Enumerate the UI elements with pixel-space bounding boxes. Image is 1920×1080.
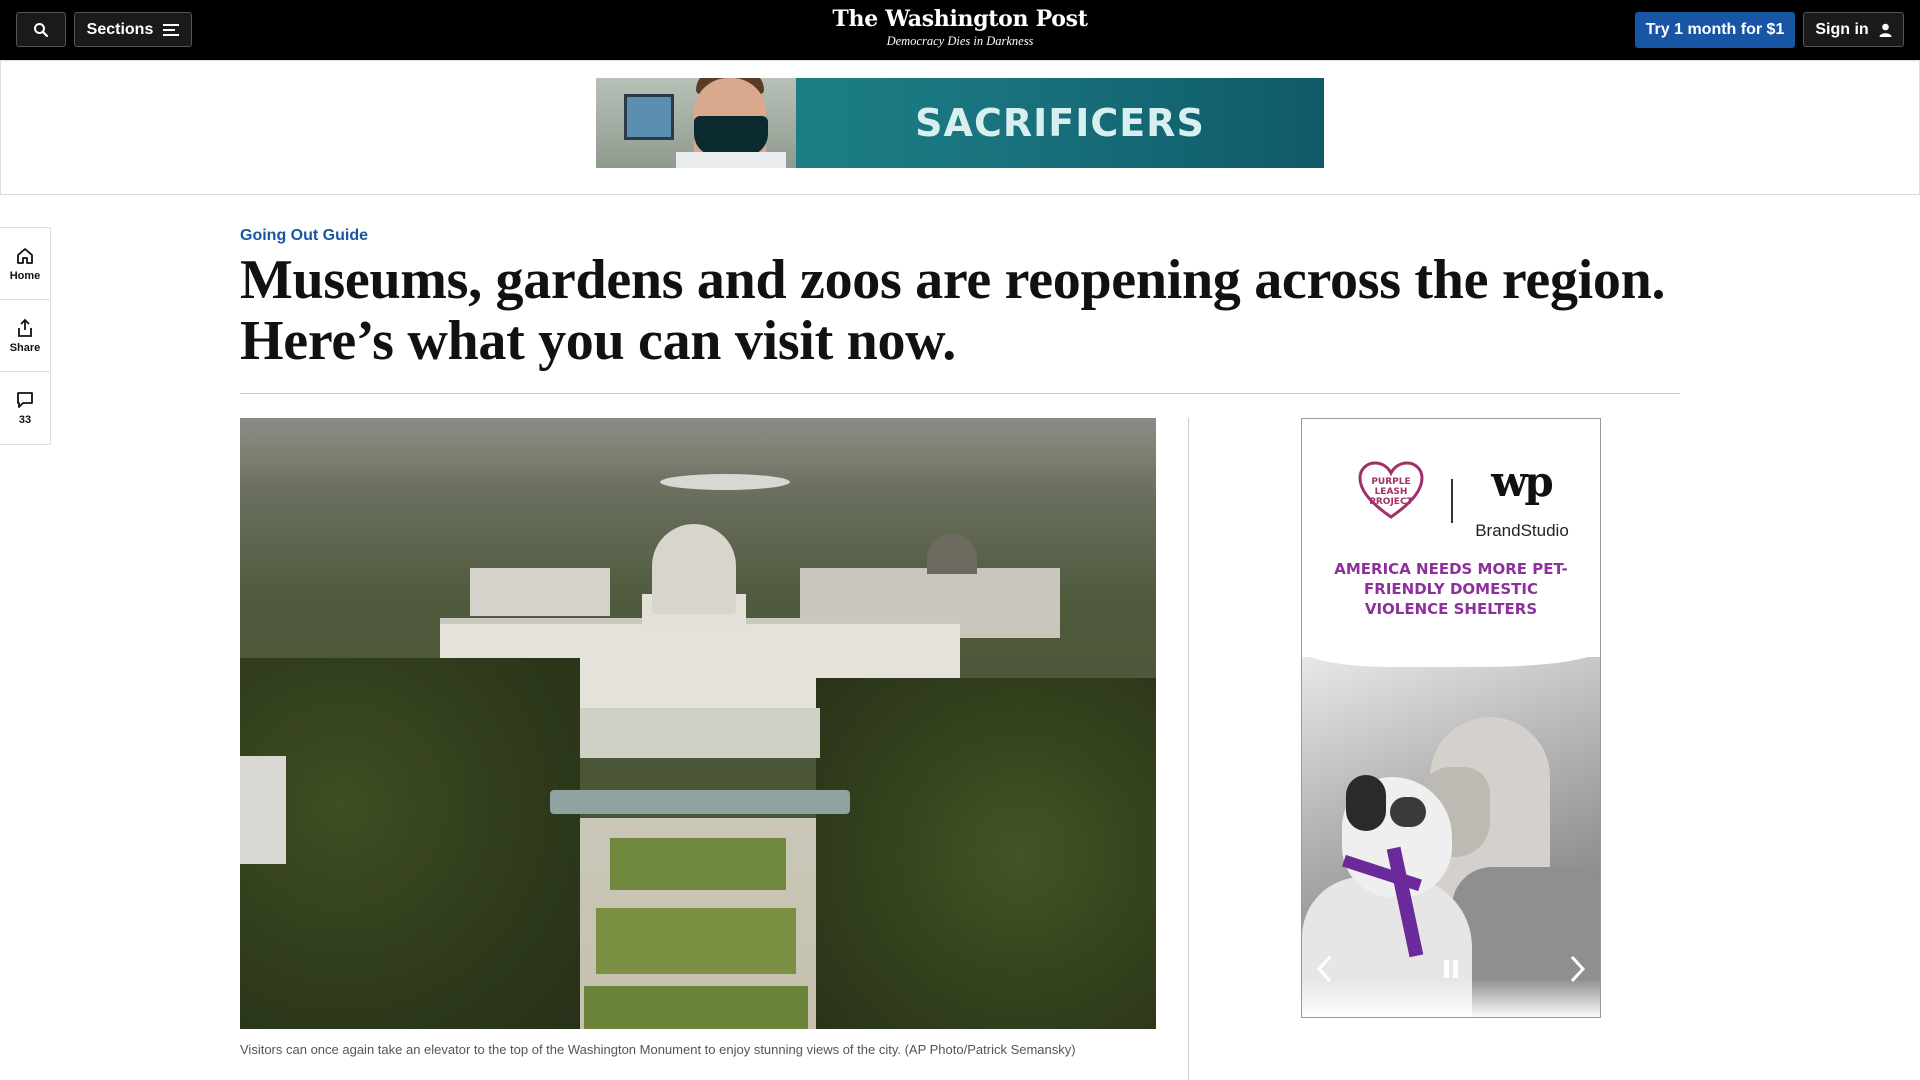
share-icon <box>18 318 32 337</box>
sections-button[interactable]: Sections <box>74 12 192 47</box>
home-icon <box>17 247 33 264</box>
photo-library-dome <box>927 534 977 574</box>
sidebar-ad-header: PURPLE LEASH PROJECT wp BrandStudio AMER… <box>1302 419 1600 659</box>
column-divider <box>1188 418 1189 1080</box>
chevron-left-icon <box>1316 955 1332 983</box>
rail-share-label: Share <box>9 341 41 354</box>
site-logo[interactable]: The Washington Post <box>760 4 1160 34</box>
site-tagline: Democracy Dies in Darkness <box>886 34 1034 48</box>
photo-trees-right <box>816 678 1156 1029</box>
article-kicker[interactable]: Going Out Guide <box>240 227 368 245</box>
rail-home-label: Home <box>9 269 41 282</box>
top-nav: Sections The Washington Post Democracy D… <box>0 0 1920 60</box>
dog-ear <box>1346 775 1386 831</box>
mask-shape <box>694 116 768 156</box>
article-headline: Museums, gardens and zoos are reopening … <box>240 249 1666 372</box>
sidebar-ad[interactable]: PURPLE LEASH PROJECT wp BrandStudio AMER… <box>1301 418 1601 1018</box>
menu-icon <box>163 23 180 36</box>
chevron-right-icon <box>1570 955 1586 983</box>
headline-divider <box>240 393 1680 394</box>
pause-icon <box>1444 960 1458 978</box>
rail-comments[interactable]: 33 <box>0 372 50 444</box>
rail-share[interactable]: Share <box>0 300 50 372</box>
photo-lawn <box>596 908 796 974</box>
photo-horizon <box>240 418 1156 466</box>
search-icon <box>34 22 49 37</box>
sign-in-button[interactable]: Sign in <box>1803 12 1904 47</box>
ad-photo <box>596 78 796 168</box>
search-button[interactable] <box>16 12 66 47</box>
photo-capitol-dome <box>652 524 736 614</box>
photo-reflecting-pool <box>550 790 850 814</box>
comment-count: 33 <box>18 414 32 426</box>
top-ad-banner[interactable]: SACRIFICERS <box>596 78 1324 168</box>
left-rail: Home Share 33 <box>0 227 51 445</box>
user-icon <box>1879 23 1892 37</box>
monitor-shape <box>624 94 674 140</box>
photo-stadium <box>660 474 790 490</box>
carousel-next-button[interactable] <box>1562 951 1594 987</box>
masthead[interactable]: The Washington Post Democracy Dies in Da… <box>760 4 1160 48</box>
wp-logo: wp <box>1491 457 1554 506</box>
sections-label: Sections <box>86 20 154 38</box>
carousel-pause-button[interactable] <box>1435 951 1467 987</box>
shirt-shape <box>676 152 786 168</box>
photo-lawn <box>610 838 786 890</box>
photo-terrace <box>580 708 820 758</box>
photo-building-left <box>240 756 286 864</box>
sign-in-label: Sign in <box>1815 20 1869 38</box>
rail-home[interactable]: Home <box>0 228 50 300</box>
comment-icon <box>17 392 33 408</box>
brandstudio-label: BrandStudio <box>1475 521 1569 540</box>
partner-logo: PURPLE LEASH PROJECT <box>1369 477 1413 507</box>
subscribe-button[interactable]: Try 1 month for $1 <box>1635 12 1795 48</box>
photo-lawn <box>584 986 808 1029</box>
carousel-prev-button[interactable] <box>1308 951 1340 987</box>
logo-separator <box>1451 479 1453 523</box>
photo-supreme-court <box>470 568 610 616</box>
dog-patch <box>1390 797 1426 827</box>
photo-caption: Visitors can once again take an elevator… <box>240 1042 1076 1057</box>
lead-photo[interactable] <box>240 418 1156 1029</box>
photo-trees-left <box>240 658 580 1029</box>
sidebar-ad-headline: AMERICA NEEDS MORE PET-FRIENDLY DOMESTIC… <box>1334 560 1568 618</box>
top-ad-text: SACRIFICERS <box>915 101 1205 145</box>
